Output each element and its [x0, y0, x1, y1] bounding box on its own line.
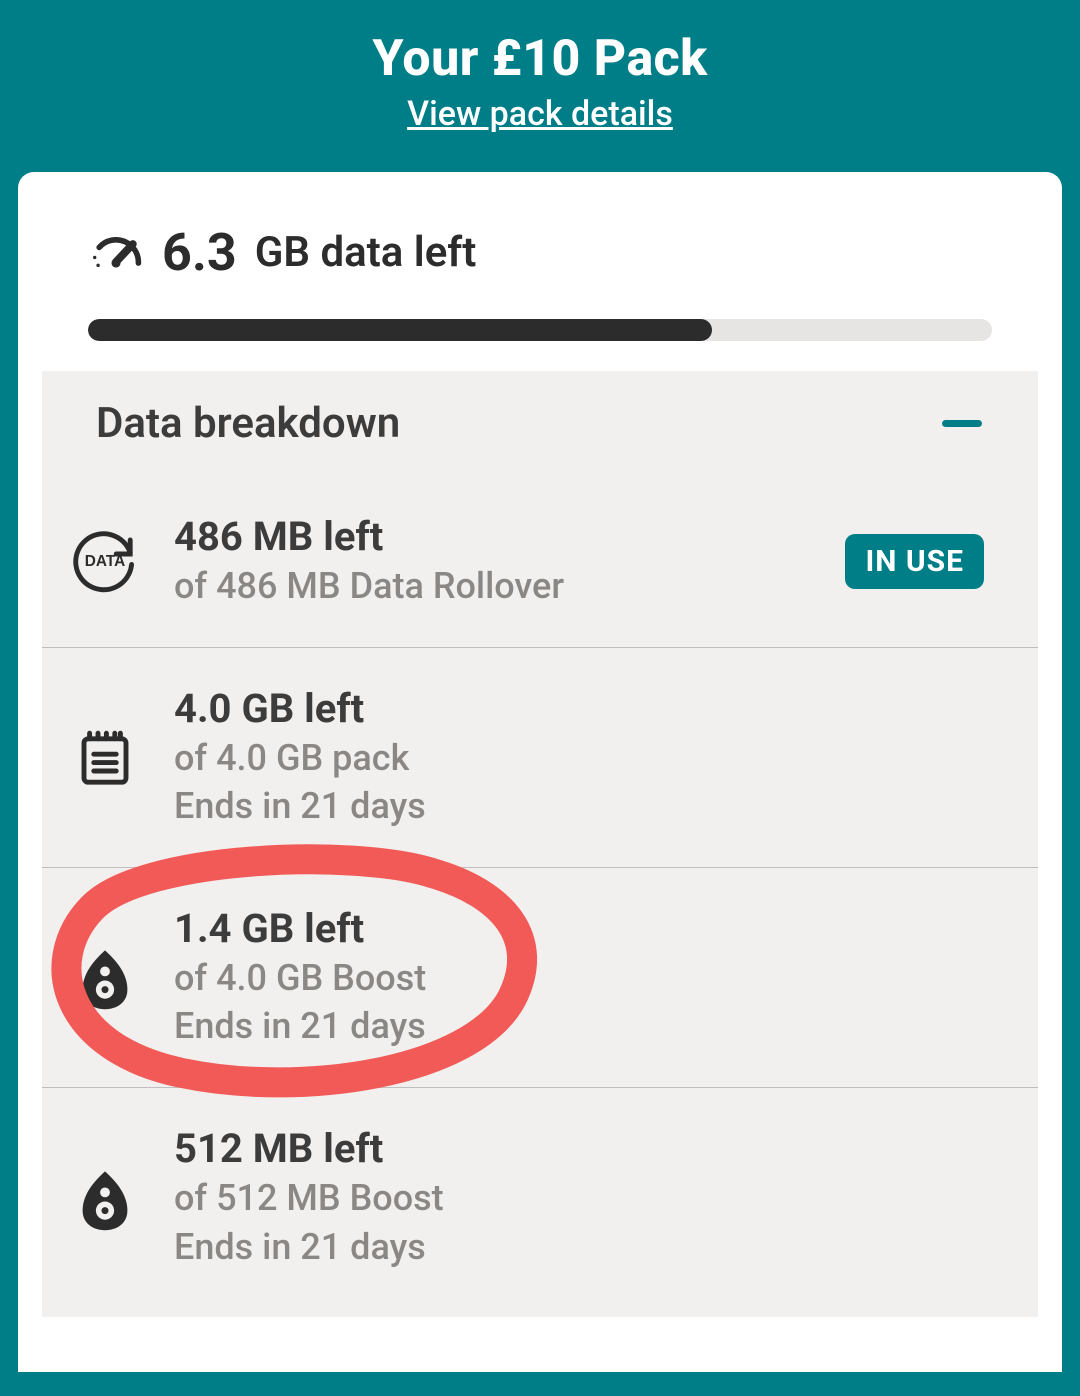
data-breakdown: Data breakdown DATA 486 MB leftof 486 MB… — [42, 371, 1038, 1317]
breakdown-item-of: of 486 MB Data Rollover — [174, 562, 811, 611]
breakdown-item-ends: Ends in 21 days — [174, 1223, 984, 1272]
breakdown-item-of: of 512 MB Boost — [174, 1174, 984, 1223]
pack-header: Your £10 Pack View pack details — [0, 0, 1080, 154]
data-progress — [88, 319, 992, 341]
data-rollover-icon: DATA — [70, 526, 140, 596]
breakdown-item-ends: Ends in 21 days — [174, 782, 984, 831]
breakdown-item-amount: 486 MB left — [174, 512, 811, 562]
svg-text:DATA: DATA — [85, 553, 125, 570]
breakdown-item: 1.4 GB leftof 4.0 GB BoostEnds in 21 day… — [42, 868, 1038, 1088]
data-left-unit: GB data left — [255, 228, 477, 277]
breakdown-item-texts: 1.4 GB leftof 4.0 GB BoostEnds in 21 day… — [174, 904, 984, 1051]
boost-icon — [70, 1163, 140, 1233]
breakdown-item-amount: 512 MB left — [174, 1124, 984, 1174]
breakdown-item-ends: Ends in 21 days — [174, 1002, 984, 1051]
data-summary: 6.3 GB data left — [18, 222, 1062, 371]
breakdown-item: DATA 486 MB leftof 486 MB Data Rollover I… — [42, 476, 1038, 648]
breakdown-item-texts: 512 MB leftof 512 MB BoostEnds in 21 day… — [174, 1124, 984, 1271]
breakdown-item-texts: 4.0 GB leftof 4.0 GB packEnds in 21 days — [174, 684, 984, 831]
data-progress-bar — [88, 319, 712, 341]
collapse-button[interactable] — [940, 402, 984, 446]
breakdown-title: Data breakdown — [96, 399, 400, 448]
breakdown-item-of: of 4.0 GB pack — [174, 734, 984, 783]
breakdown-items: DATA 486 MB leftof 486 MB Data Rollover I… — [42, 476, 1038, 1307]
minus-icon — [942, 420, 982, 427]
breakdown-item-texts: 486 MB leftof 486 MB Data Rollover — [174, 512, 811, 611]
pack-title: Your £10 Pack — [0, 30, 1080, 88]
breakdown-item-amount: 1.4 GB left — [174, 904, 984, 954]
data-card: 6.3 GB data left Data breakdown DATA 486… — [18, 172, 1062, 1372]
view-pack-details-link[interactable]: View pack details — [407, 94, 673, 134]
breakdown-item-of: of 4.0 GB Boost — [174, 954, 984, 1003]
pack-icon — [70, 722, 140, 792]
in-use-badge: IN USE — [845, 534, 984, 589]
boost-icon — [70, 942, 140, 1012]
gauge-icon — [88, 225, 144, 281]
data-left-value: 6.3 — [162, 222, 237, 283]
breakdown-header: Data breakdown — [42, 399, 1038, 476]
breakdown-item: 512 MB leftof 512 MB BoostEnds in 21 day… — [42, 1088, 1038, 1307]
data-left-line: 6.3 GB data left — [88, 222, 992, 283]
breakdown-item-amount: 4.0 GB left — [174, 684, 984, 734]
breakdown-item: 4.0 GB leftof 4.0 GB packEnds in 21 days — [42, 648, 1038, 868]
